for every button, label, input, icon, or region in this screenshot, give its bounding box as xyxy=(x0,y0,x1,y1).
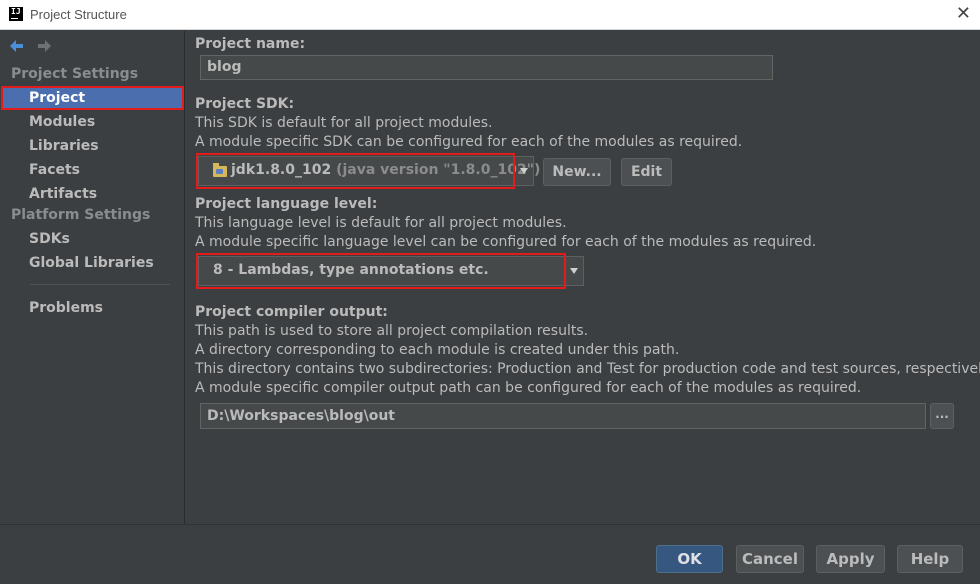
language-level-description-1: This language level is default for all p… xyxy=(195,215,567,231)
sidebar-item-libraries[interactable]: Libraries xyxy=(1,134,184,158)
sdk-edit-button[interactable]: Edit xyxy=(621,158,672,186)
sdk-description-2: A module specific SDK can be configured … xyxy=(195,134,743,150)
footer-divider xyxy=(0,524,980,525)
sdk-folder-icon xyxy=(213,163,227,177)
sidebar-item-global-libraries[interactable]: Global Libraries xyxy=(1,251,184,275)
language-level-dropdown[interactable]: 8 - Lambdas, type annotations etc. xyxy=(198,256,584,286)
nav-arrows xyxy=(8,37,57,55)
intellij-app-icon: IJ xyxy=(9,7,23,21)
sdk-description-1: This SDK is default for all project modu… xyxy=(195,115,493,131)
browse-button[interactable]: ... xyxy=(930,403,954,429)
ok-button[interactable]: OK xyxy=(656,545,723,573)
section-platform-settings: Platform Settings xyxy=(11,207,151,223)
compiler-output-path-input[interactable]: D:\Workspaces\blog\out xyxy=(200,403,926,429)
project-name-label: Project name: xyxy=(195,36,306,52)
sidebar-item-problems[interactable]: Problems xyxy=(1,296,184,320)
language-level-description-2: A module specific language level can be … xyxy=(195,234,817,250)
apply-button[interactable]: Apply xyxy=(816,545,885,573)
settings-sidebar: Project Settings Project Modules Librari… xyxy=(0,31,185,524)
language-level-selected: 8 - Lambdas, type annotations etc. xyxy=(213,262,489,278)
section-project-settings: Project Settings xyxy=(11,66,139,82)
sidebar-item-facets[interactable]: Facets xyxy=(1,158,184,182)
close-icon[interactable]: ✕ xyxy=(956,5,971,23)
language-level-chevron-down-icon[interactable] xyxy=(564,257,584,285)
window-title: Project Structure xyxy=(30,7,127,22)
project-name-input[interactable]: blog xyxy=(200,55,773,80)
sdk-new-button[interactable]: New... xyxy=(543,158,611,186)
compiler-output-description-2: A directory corresponding to each module… xyxy=(195,342,680,358)
cancel-button[interactable]: Cancel xyxy=(736,545,804,573)
forward-arrow-icon[interactable] xyxy=(35,37,53,55)
sidebar-divider xyxy=(30,284,170,285)
sdk-selected-name: jdk1.8.0_102 xyxy=(231,162,332,178)
language-level-label: Project language level: xyxy=(195,196,378,212)
title-bar: IJ Project Structure ✕ xyxy=(0,0,980,30)
sdk-dropdown[interactable]: jdk1.8.0_102 (java version "1.8.0_102") xyxy=(198,156,540,186)
project-sdk-label: Project SDK: xyxy=(195,96,295,112)
compiler-output-description-1: This path is used to store all project c… xyxy=(195,323,589,339)
compiler-output-label: Project compiler output: xyxy=(195,304,388,320)
help-button[interactable]: Help xyxy=(897,545,963,573)
compiler-output-description-3: This directory contains two subdirectori… xyxy=(195,361,980,377)
compiler-output-description-4: A module specific compiler output path c… xyxy=(195,380,862,396)
sidebar-item-sdks[interactable]: SDKs xyxy=(1,227,184,251)
sidebar-item-project[interactable]: Project xyxy=(1,86,184,110)
sdk-selected-detail: (java version "1.8.0_102") xyxy=(336,162,541,178)
sdk-dropdown-chevron-down-icon[interactable] xyxy=(514,157,534,185)
project-settings-panel: Project name: blog Project SDK: This SDK… xyxy=(186,31,980,524)
sidebar-item-artifacts[interactable]: Artifacts xyxy=(1,182,184,206)
sidebar-item-modules[interactable]: Modules xyxy=(1,110,184,134)
back-arrow-icon[interactable] xyxy=(8,37,26,55)
